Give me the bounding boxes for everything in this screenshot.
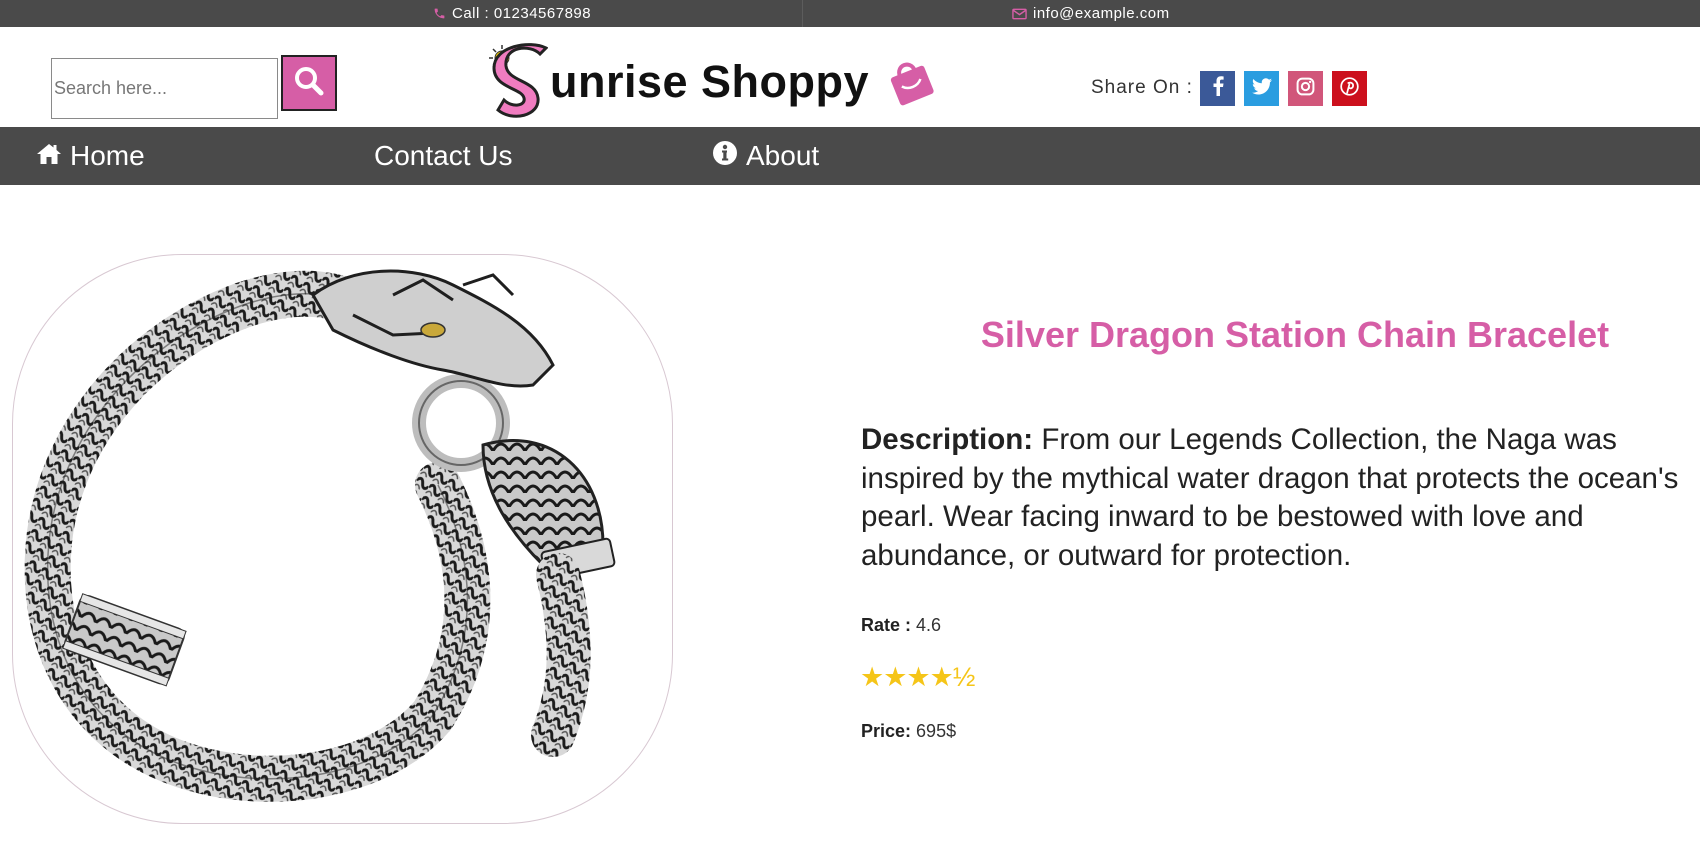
twitter-icon: [1251, 77, 1272, 100]
email-text: info@example.com: [1033, 5, 1170, 22]
info-circle-icon: [712, 140, 738, 173]
search-input[interactable]: [51, 58, 278, 119]
product-rate: Rate : 4.6: [861, 615, 941, 636]
site-logo[interactable]: unrise Shoppy: [486, 42, 937, 122]
share-label: Share On :: [1091, 77, 1193, 98]
product-image: [12, 254, 673, 824]
product-description: Description: From our Legends Collection…: [861, 421, 1691, 575]
logo-s-icon: [486, 42, 548, 122]
phone-icon: [433, 7, 446, 20]
main-nav: Home Contact Us About: [0, 127, 1700, 185]
nav-home[interactable]: Home: [36, 127, 145, 185]
price-label: Price:: [861, 721, 912, 741]
instagram-button[interactable]: [1288, 71, 1323, 106]
pinterest-icon: [1340, 76, 1359, 101]
search-button[interactable]: [281, 55, 337, 111]
nav-contact-label: Contact Us: [374, 140, 513, 171]
facebook-icon: [1212, 76, 1224, 101]
home-icon: [36, 140, 62, 172]
product-price: Price: 695$: [861, 721, 956, 742]
rate-value: 4.6: [916, 615, 942, 635]
call-info[interactable]: Call : 01234567898: [433, 0, 591, 27]
description-label: Description:: [861, 423, 1034, 456]
topbar-divider: [802, 0, 803, 27]
nav-home-label: Home: [70, 140, 145, 171]
nav-contact[interactable]: Contact Us: [374, 127, 513, 185]
search-icon: [293, 65, 325, 102]
envelope-icon: [1012, 8, 1027, 20]
nav-about-label: About: [746, 140, 820, 171]
star-rating: ★★★★½: [860, 662, 975, 692]
rate-label: Rate :: [861, 615, 912, 635]
price-value: 695$: [916, 721, 957, 741]
nav-about[interactable]: About: [712, 127, 819, 185]
shopping-bag-icon: [883, 53, 937, 112]
product-title: Silver Dragon Station Chain Bracelet: [980, 314, 1610, 355]
email-info[interactable]: info@example.com: [1012, 0, 1170, 27]
twitter-button[interactable]: [1244, 71, 1279, 106]
pinterest-button[interactable]: [1332, 71, 1367, 106]
facebook-button[interactable]: [1200, 71, 1235, 106]
instagram-icon: [1296, 77, 1315, 101]
top-bar: Call : 01234567898 info@example.com: [0, 0, 1700, 27]
call-text: Call : 01234567898: [452, 5, 592, 22]
logo-text: unrise Shoppy: [550, 56, 870, 107]
